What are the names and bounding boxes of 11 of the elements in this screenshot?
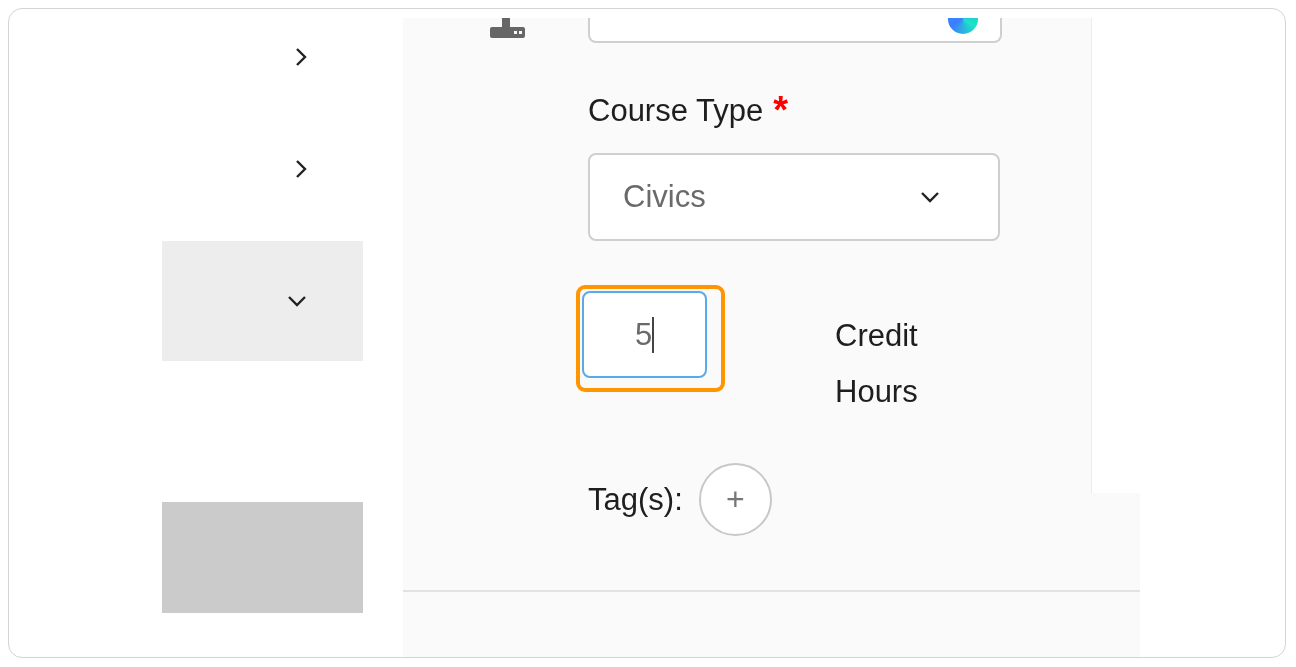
dropdown[interactable]: Civics (588, 153, 1000, 241)
number-field[interactable]: 5 (582, 291, 707, 378)
add-button[interactable]: + (698, 463, 772, 536)
dropdown-value: Civics (623, 179, 706, 215)
field-label: Tag(s): (588, 481, 683, 518)
field-label: Credit Hours (835, 317, 919, 411)
input-field[interactable] (588, 18, 1002, 43)
sidebar-item[interactable] (162, 241, 363, 361)
required-mark: * (773, 93, 788, 129)
field-label: Course Type (588, 93, 764, 129)
chevron-down-icon (920, 191, 940, 203)
